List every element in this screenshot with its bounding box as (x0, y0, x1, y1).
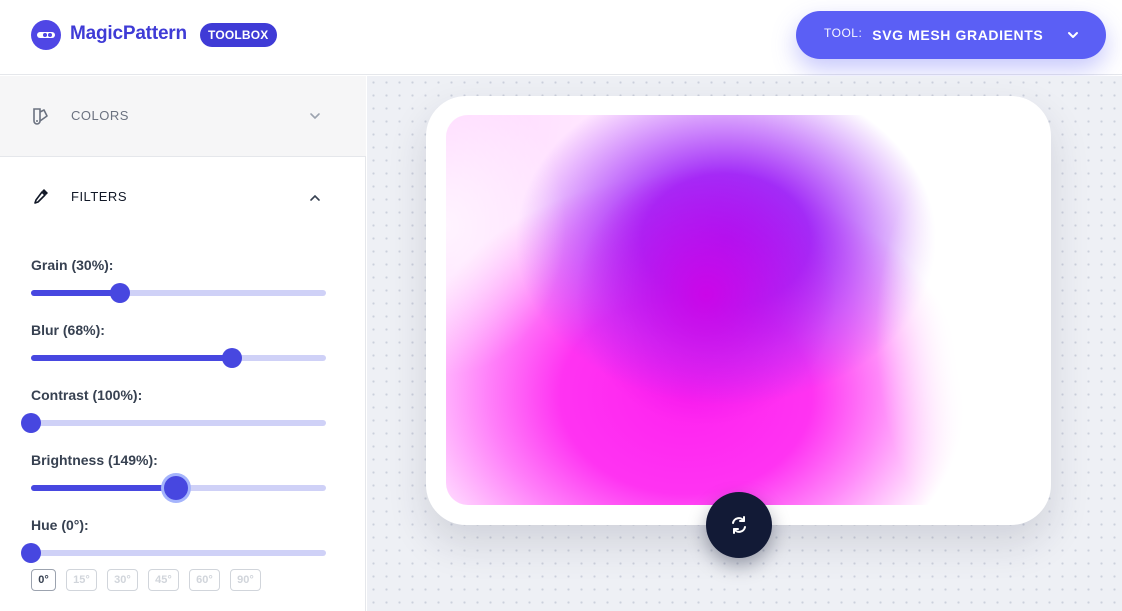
grain-slider-label: Grain (30%): (31, 257, 114, 273)
logo-icon[interactable] (31, 20, 61, 50)
brightness-slider[interactable] (31, 476, 326, 500)
brightness-slider-label: Brightness (149%): (31, 452, 158, 468)
hue-preset-15[interactable]: 15° (66, 569, 97, 591)
colors-section-label: COLORS (71, 108, 129, 123)
hue-preset-30[interactable]: 30° (107, 569, 138, 591)
tool-prefix-label: TOOL: (824, 26, 863, 40)
hue-slider[interactable] (21, 543, 326, 563)
tool-selector-button[interactable]: TOOL: SVG MESH GRADIENTS (796, 11, 1106, 59)
eyedropper-icon (34, 189, 48, 204)
contrast-slider-label: Contrast (100%): (31, 387, 143, 403)
hue-slider-label: Hue (0°): (31, 517, 89, 533)
contrast-slider-thumb[interactable] (21, 413, 41, 433)
blur-slider[interactable] (31, 348, 326, 368)
contrast-slider[interactable] (21, 413, 326, 433)
filters-section-label: FILTERS (71, 189, 127, 204)
palette-icon (33, 108, 48, 125)
chevron-down-icon (310, 113, 320, 120)
grain-slider-thumb[interactable] (109, 283, 130, 303)
blur-slider-thumb[interactable] (221, 348, 242, 368)
hue-presets: 0° 15° 30° 45° 60° 90° (31, 569, 261, 591)
hue-preset-45[interactable]: 45° (148, 569, 179, 591)
chevron-up-icon (310, 194, 320, 201)
grain-slider[interactable] (31, 283, 326, 303)
toolbox-badge: TOOLBOX (200, 23, 277, 47)
refresh-icon (732, 516, 746, 534)
tool-name-label: SVG MESH GRADIENTS (872, 27, 1044, 43)
brand-name[interactable]: MagicPattern (70, 23, 187, 45)
blur-slider-label: Blur (68%): (31, 322, 105, 338)
hue-preset-60[interactable]: 60° (189, 569, 220, 591)
hue-preset-90[interactable]: 90° (230, 569, 261, 591)
colors-section-header[interactable]: COLORS (0, 76, 366, 157)
refresh-button[interactable] (706, 492, 772, 558)
hue-slider-thumb[interactable] (21, 543, 41, 563)
hue-preset-0[interactable]: 0° (31, 569, 56, 591)
chevron-down-icon (1068, 32, 1078, 38)
header: MagicPattern TOOLBOX TOOL: SVG MESH GRAD… (0, 0, 1122, 75)
brightness-slider-thumb[interactable] (163, 476, 188, 500)
mesh-gradient-preview (446, 115, 1031, 505)
